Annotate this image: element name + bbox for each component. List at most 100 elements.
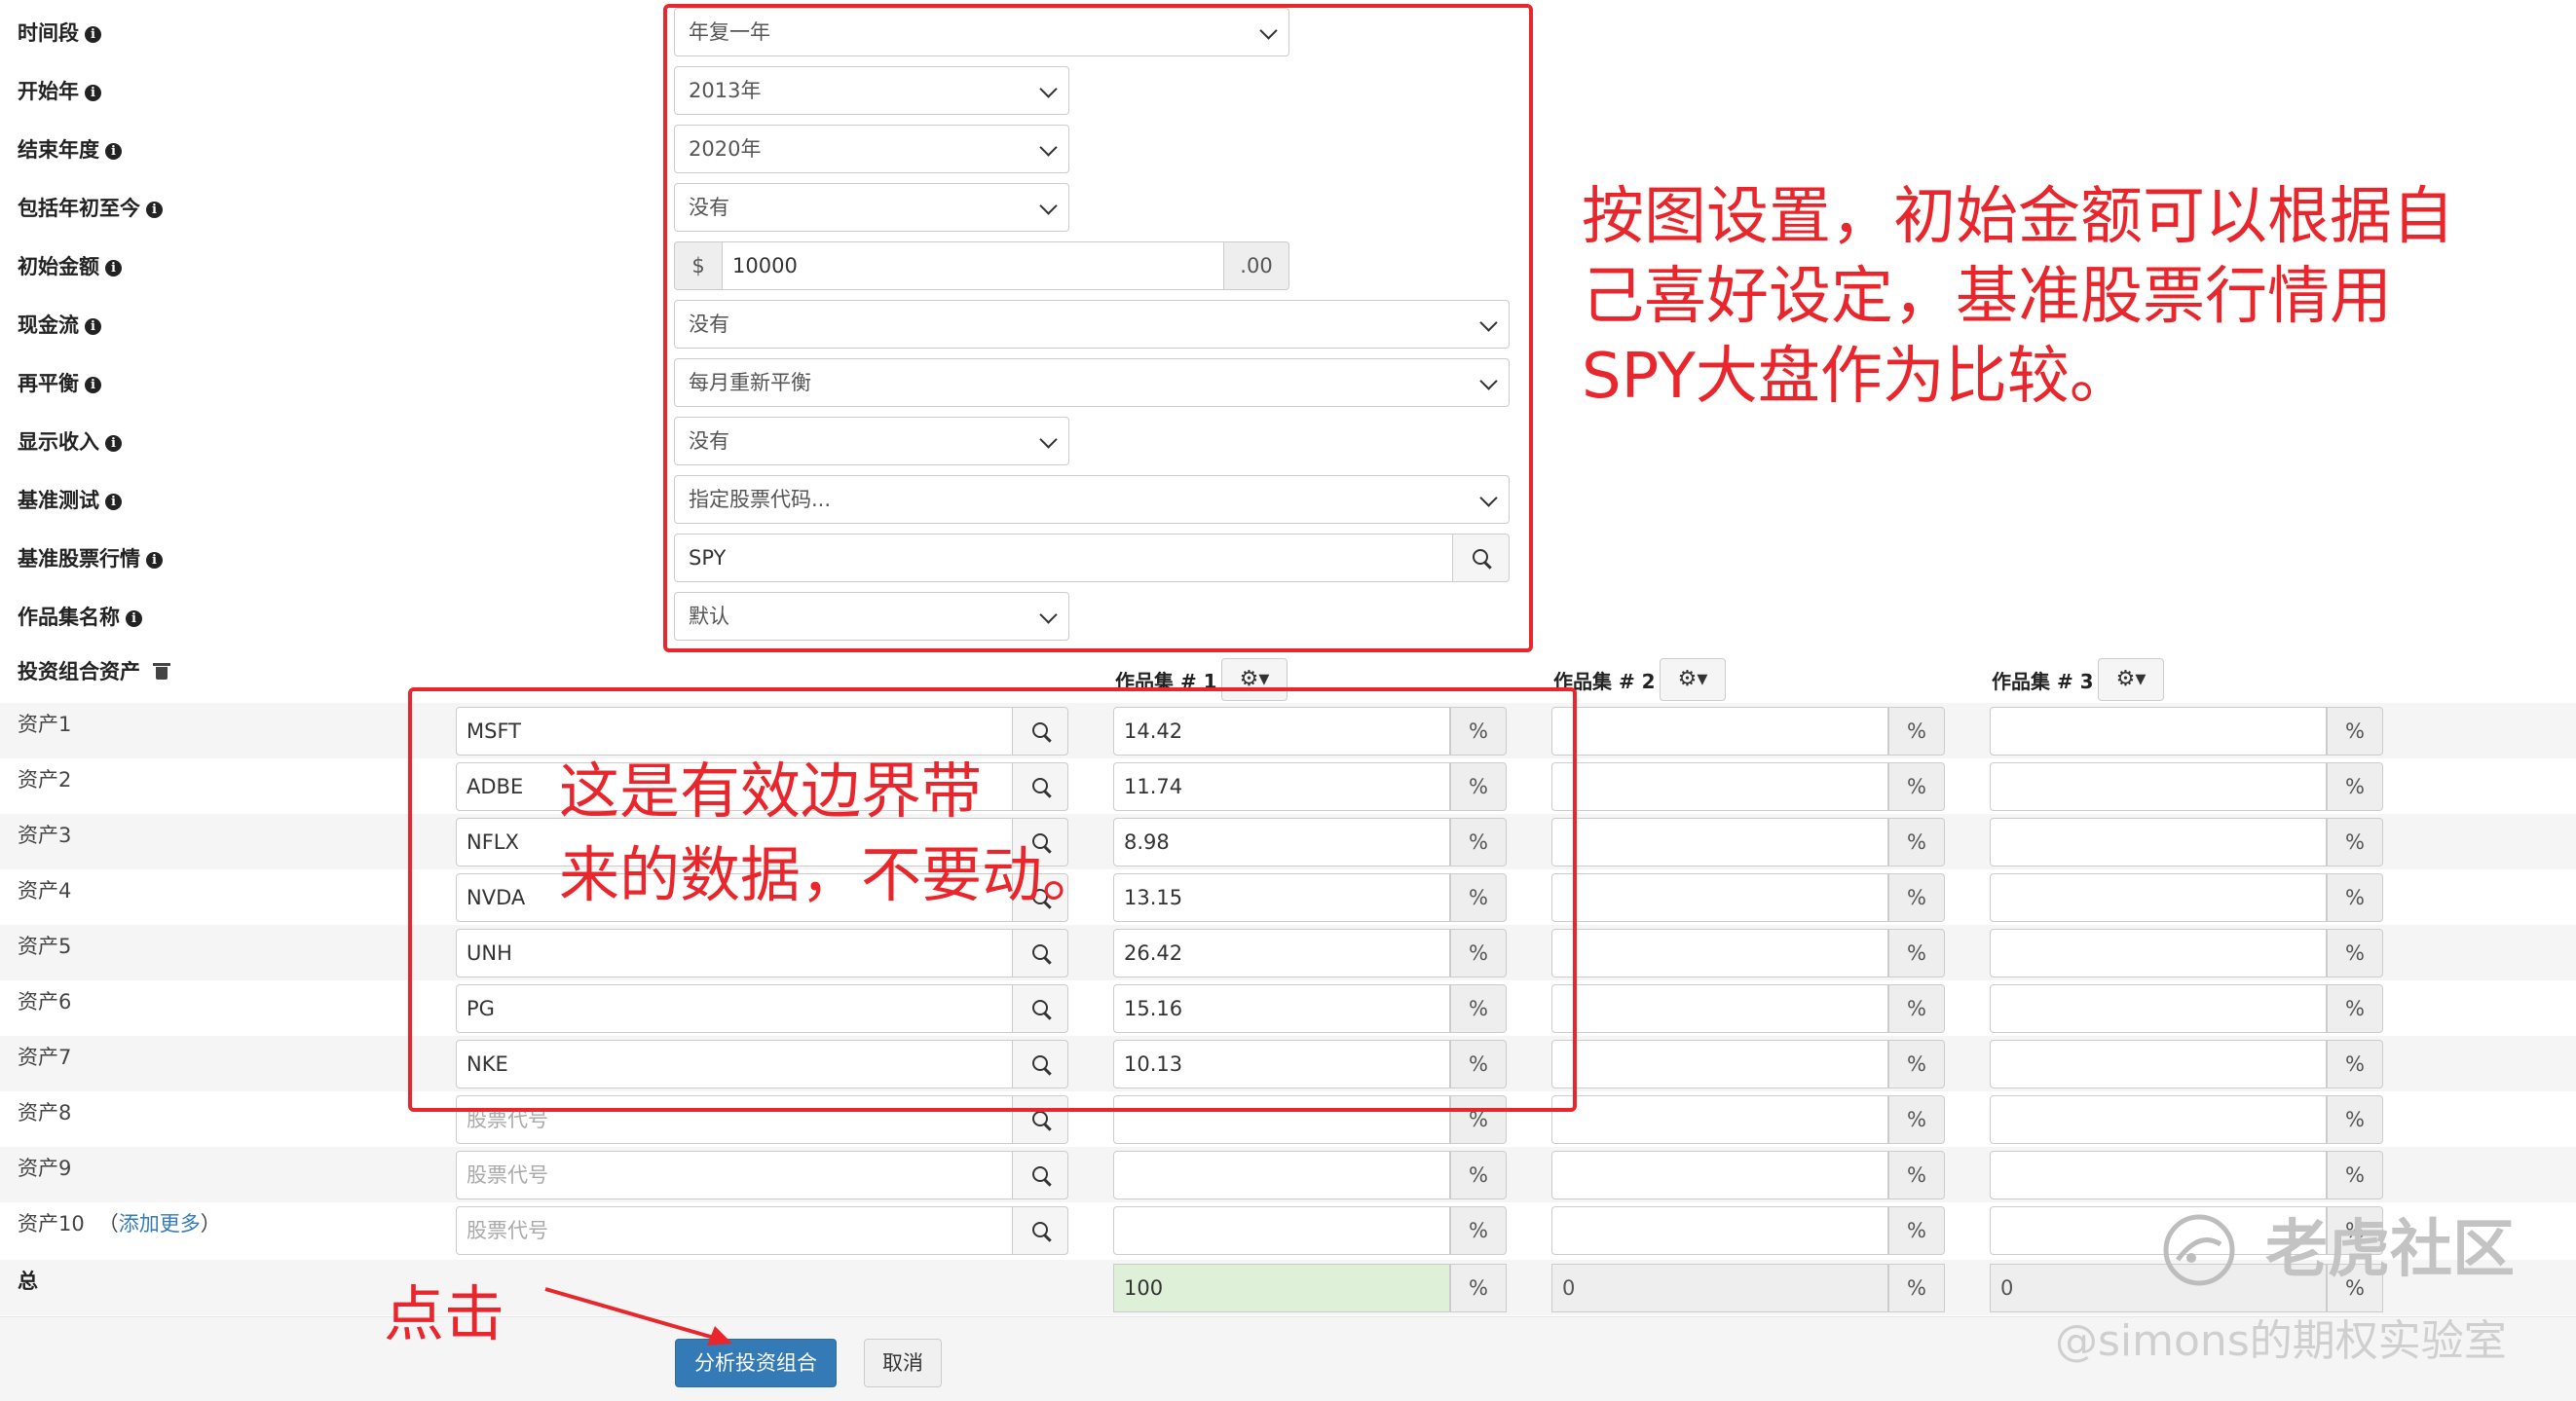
trash-icon[interactable] xyxy=(153,663,171,680)
label-show-income: 显示收入 i xyxy=(18,423,122,461)
portfolio-3-weight-input[interactable] xyxy=(1990,873,2327,922)
portfolio-1-total: 100 xyxy=(1113,1264,1450,1312)
percent-addon: % xyxy=(2327,1040,2383,1088)
portfolio-2-weight-input[interactable] xyxy=(1551,929,1888,977)
portfolio-3-weight-input[interactable] xyxy=(1990,762,2327,811)
percent-addon: % xyxy=(1888,1264,1945,1312)
search-icon xyxy=(1032,1222,1048,1237)
search-icon xyxy=(1032,1166,1048,1182)
portfolio-2-weight-input[interactable] xyxy=(1551,1206,1888,1255)
asset-row-label: 资产8 xyxy=(18,1101,72,1124)
settings-annotation-line: 己喜好设定，基准股票行情用 xyxy=(1582,261,2392,333)
portfolio-2-gear-button[interactable]: ⚙▾ xyxy=(1660,658,1726,701)
portfolio-2-weight-input[interactable] xyxy=(1551,762,1888,811)
percent-addon: % xyxy=(1888,1095,1945,1144)
percent-addon: % xyxy=(1888,762,1945,811)
percent-addon: % xyxy=(2327,762,2383,811)
asset-row-label: 资产9 xyxy=(18,1157,72,1180)
tiger-community-logo-icon xyxy=(2163,1214,2235,1286)
portfolio-2-weight-input[interactable] xyxy=(1551,818,1888,866)
settings-highlight-box xyxy=(663,4,1533,652)
info-icon[interactable]: i xyxy=(85,26,101,43)
info-icon[interactable]: i xyxy=(146,202,163,218)
assets-annotation-line: 这是有效边界带 xyxy=(559,756,983,827)
search-icon xyxy=(1032,1111,1048,1126)
percent-addon: % xyxy=(1888,818,1945,866)
portfolio-2-weight-input[interactable] xyxy=(1551,873,1888,922)
percent-addon: % xyxy=(1888,929,1945,977)
settings-annotation-line: SPY大盘作为比较。 xyxy=(1582,341,2132,413)
asset-row-label: 资产1 xyxy=(18,713,72,736)
label-rebalancing: 再平衡 i xyxy=(18,364,101,403)
label-ytd: 包括年初至今 i xyxy=(18,189,163,228)
portfolio-3-gear-button[interactable]: ⚙▾ xyxy=(2098,658,2164,701)
percent-addon: % xyxy=(2327,818,2383,866)
label-start-year: 开始年 i xyxy=(18,72,101,111)
portfolio-1-weight-input[interactable] xyxy=(1113,1151,1450,1199)
percent-addon: % xyxy=(1888,873,1945,922)
info-icon[interactable]: i xyxy=(146,552,163,569)
portfolio-3-weight-input[interactable] xyxy=(1990,1151,2327,1199)
info-icon[interactable]: i xyxy=(105,494,122,510)
info-icon[interactable]: i xyxy=(85,85,101,101)
assets-annotation: 这是有效边界带 来的数据，不要动。 xyxy=(559,750,1102,917)
percent-addon: % xyxy=(2327,707,2383,756)
portfolio-3-weight-input[interactable] xyxy=(1990,984,2327,1033)
asset-ticker-input[interactable]: 股票代号 xyxy=(456,1206,1013,1255)
percent-addon: % xyxy=(1450,1264,1507,1312)
portfolio-3-weight-input[interactable] xyxy=(1990,707,2327,756)
info-icon[interactable]: i xyxy=(85,318,101,335)
asset-search-button[interactable] xyxy=(1012,1206,1068,1255)
portfolio-2-weight-input[interactable] xyxy=(1551,1151,1888,1199)
label-end-year: 结束年度 i xyxy=(18,130,122,169)
asset-row-label: 资产2 xyxy=(18,768,72,792)
label-portfolio-assets: 投资组合资产 xyxy=(18,652,171,691)
portfolio-2-weight-input[interactable] xyxy=(1551,984,1888,1033)
portfolio-3-weight-input[interactable] xyxy=(1990,929,2327,977)
percent-addon: % xyxy=(2327,984,2383,1033)
asset-search-button[interactable] xyxy=(1012,1151,1068,1199)
asset-row-label: 资产7 xyxy=(18,1046,72,1069)
info-icon[interactable]: i xyxy=(105,143,122,160)
label-benchmark-ticker: 基准股票行情 i xyxy=(18,539,163,578)
portfolio-1-weight-input[interactable] xyxy=(1113,1206,1450,1255)
info-icon[interactable]: i xyxy=(105,435,122,452)
portfolio-3-header: 作品集 # 3 xyxy=(1992,670,2094,693)
asset-row-label: 资产5 xyxy=(18,935,72,958)
info-icon[interactable]: i xyxy=(85,377,101,393)
cancel-button[interactable]: 取消 xyxy=(864,1339,942,1387)
portfolio-2-total: 0 xyxy=(1551,1264,1888,1312)
watermark-brand: 老虎社区 xyxy=(2265,1214,2515,1286)
asset-ticker-input[interactable]: 股票代号 xyxy=(456,1151,1013,1199)
label-portfolio-names: 作品集名称 i xyxy=(18,598,142,637)
add-more-link[interactable]: 添加更多 xyxy=(119,1212,201,1235)
click-annotation: 点击 xyxy=(384,1278,505,1349)
arrow-icon xyxy=(544,1287,732,1346)
portfolio-3-weight-input[interactable] xyxy=(1990,1095,2327,1144)
portfolio-3-weight-input[interactable] xyxy=(1990,818,2327,866)
percent-addon: % xyxy=(1888,984,1945,1033)
settings-annotation: 按图设置，初始金额可以根据自 己喜好设定，基准股票行情用 SPY大盘作为比较。 xyxy=(1582,177,2454,417)
info-icon[interactable]: i xyxy=(126,610,142,627)
portfolio-2-weight-input[interactable] xyxy=(1551,1095,1888,1144)
settings-annotation-line: 按图设置，初始金额可以根据自 xyxy=(1582,181,2454,253)
label-cashflows: 现金流 i xyxy=(18,306,101,345)
percent-addon: % xyxy=(1888,1151,1945,1199)
info-icon[interactable]: i xyxy=(105,260,122,277)
percent-addon: % xyxy=(1450,1151,1507,1199)
percent-addon: % xyxy=(2327,1151,2383,1199)
portfolio-3-weight-input[interactable] xyxy=(1990,1040,2327,1088)
percent-addon: % xyxy=(2327,873,2383,922)
percent-addon: % xyxy=(1888,707,1945,756)
asset-row-label: 资产3 xyxy=(18,824,72,847)
total-label: 总 xyxy=(18,1270,38,1293)
label-benchmark: 基准测试 i xyxy=(18,481,122,520)
asset-row-label: 资产4 xyxy=(18,879,72,903)
portfolio-2-weight-input[interactable] xyxy=(1551,1040,1888,1088)
label-timeframe: 时间段 i xyxy=(18,14,101,53)
asset-row-label: 资产10 （添加更多） xyxy=(18,1212,221,1235)
watermark-author: @simons的期权实验室 xyxy=(2055,1316,2507,1366)
percent-addon: % xyxy=(1450,1206,1507,1255)
percent-addon: % xyxy=(1888,1206,1945,1255)
portfolio-2-weight-input[interactable] xyxy=(1551,707,1888,756)
